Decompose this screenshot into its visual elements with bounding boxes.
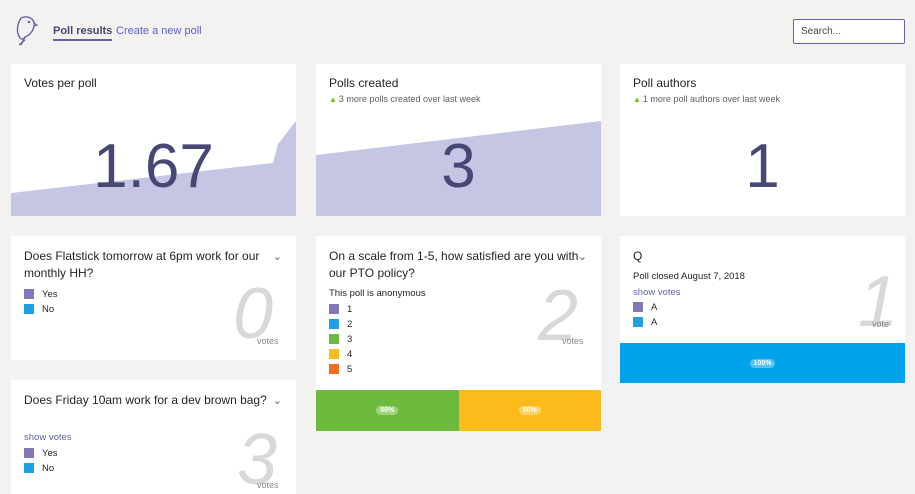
result-percent: 50% <box>376 406 399 415</box>
stat-card-polls-created: Polls created ▲ 3 more polls created over… <box>316 64 601 216</box>
poll-option[interactable]: Yes <box>24 448 58 463</box>
show-votes-link[interactable]: show votes <box>24 432 72 443</box>
option-color-swatch <box>24 448 34 458</box>
poll-option[interactable]: 5 <box>329 364 352 379</box>
option-color-swatch <box>633 302 643 312</box>
poll-card: Q Poll closed August 7, 2018 show votes … <box>620 236 905 383</box>
stat-value: 1 <box>745 132 780 201</box>
poll-options: 1 2 3 4 5 <box>329 304 352 379</box>
option-color-swatch <box>24 289 34 299</box>
anonymous-note: This poll is anonymous <box>329 288 426 299</box>
poll-card: On a scale from 1-5, how satisfied are y… <box>316 236 601 431</box>
nav-create-poll[interactable]: Create a new poll <box>116 25 202 37</box>
poll-question: Q <box>633 249 643 263</box>
option-color-swatch <box>329 349 339 359</box>
votes-label: votes <box>562 336 584 346</box>
poll-option[interactable]: 1 <box>329 304 352 319</box>
votes-label: votes <box>257 336 279 346</box>
option-color-swatch <box>329 334 339 344</box>
poll-option[interactable]: A <box>633 302 657 317</box>
chevron-down-icon[interactable]: ⌄ <box>273 394 282 407</box>
poll-options: Yes No <box>24 289 58 319</box>
stat-value: 1.67 <box>93 132 214 201</box>
votes-label: vote <box>872 319 890 329</box>
poll-closed-date: Poll closed August 7, 2018 <box>633 271 745 282</box>
option-color-swatch <box>329 304 339 314</box>
bird-logo-icon <box>16 16 38 46</box>
option-color-swatch <box>329 319 339 329</box>
top-bar: Poll results Create a new poll <box>0 0 915 62</box>
stat-title: Polls created <box>329 76 399 90</box>
result-percent: 100% <box>749 358 776 368</box>
poll-card: Does Flatstick tomorrow at 6pm work for … <box>11 236 296 360</box>
votes-label: votes <box>257 480 279 490</box>
stat-title: Votes per poll <box>24 76 97 90</box>
poll-card: Does Friday 10am work for a dev brown ba… <box>11 380 296 494</box>
results-bar: 100% <box>620 343 905 383</box>
option-color-swatch <box>24 304 34 314</box>
result-segment[interactable]: 50% <box>316 390 459 431</box>
chevron-down-icon[interactable]: ⌄ <box>578 250 587 263</box>
up-triangle-icon: ▲ <box>633 95 641 104</box>
chevron-down-icon[interactable]: ⌄ <box>273 250 282 263</box>
poll-option[interactable]: No <box>24 304 58 319</box>
option-color-swatch <box>24 463 34 473</box>
option-color-swatch <box>329 364 339 374</box>
result-segment[interactable]: 50% <box>458 390 601 431</box>
poll-options: A A <box>633 302 657 332</box>
nav-poll-results[interactable]: Poll results <box>53 25 113 41</box>
stat-subtitle: ▲ 3 more polls created over last week <box>329 94 481 104</box>
search-input[interactable] <box>793 19 905 44</box>
poll-option[interactable]: 4 <box>329 349 352 364</box>
poll-options: Yes No <box>24 448 58 478</box>
option-color-swatch <box>633 317 643 327</box>
result-percent: 50% <box>518 406 541 415</box>
up-triangle-icon: ▲ <box>329 95 337 104</box>
poll-option[interactable]: Yes <box>24 289 58 304</box>
stat-subtitle: ▲ 1 more poll authors over last week <box>633 94 780 104</box>
stat-card-votes-per-poll: Votes per poll 1.67 <box>11 64 296 216</box>
poll-option[interactable]: A <box>633 317 657 332</box>
poll-option[interactable]: 3 <box>329 334 352 349</box>
poll-question: Does Friday 10am work for a dev brown ba… <box>24 393 267 407</box>
stat-card-poll-authors: Poll authors ▲ 1 more poll authors over l… <box>620 64 905 216</box>
stat-title: Poll authors <box>633 76 697 90</box>
result-segment[interactable]: 100% <box>620 343 905 383</box>
results-bar: 50% 50% <box>316 390 601 431</box>
stat-value: 3 <box>441 132 476 201</box>
poll-option[interactable]: No <box>24 463 58 478</box>
show-votes-link[interactable]: show votes <box>633 287 681 298</box>
poll-option[interactable]: 2 <box>329 319 352 334</box>
